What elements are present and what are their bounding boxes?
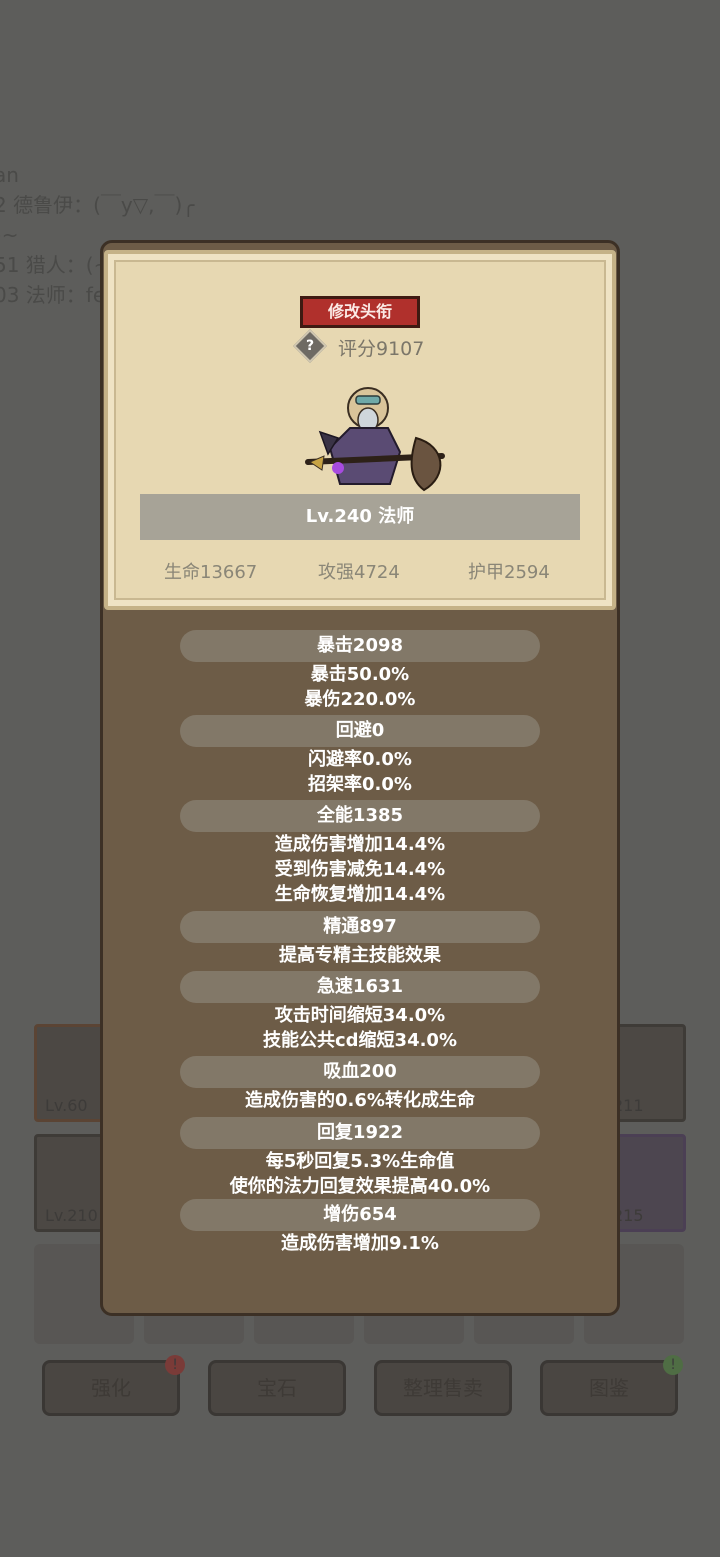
enhance-label: 强化 (91, 1376, 131, 1400)
stat-line: 招架率0.0% (308, 774, 412, 795)
change-title-button[interactable]: 修改头衔 (300, 296, 420, 328)
gem-button[interactable]: 宝石 (208, 1360, 346, 1416)
stat-line: 攻击时间缩短34.0% (274, 1005, 446, 1026)
alert-icon: ! (165, 1355, 185, 1375)
enhance-button[interactable]: 强化 ! (42, 1355, 185, 1416)
stat-header-damage-bonus: 增伤654 (180, 1199, 540, 1231)
notify-icon: ! (663, 1355, 683, 1375)
gem-label: 宝石 (257, 1376, 297, 1400)
stat-header-mastery: 精通897 (180, 911, 540, 943)
stat-line: 提高专精主技能效果 (279, 945, 441, 966)
stat-header-lifesteal: 吸血200 (180, 1056, 540, 1088)
stat-line: 生命恢复增加14.4% (274, 884, 446, 905)
codex-label: 图鉴 (589, 1376, 629, 1400)
stat-header-avoidance: 回避0 (180, 715, 540, 747)
sort-sell-button[interactable]: 整理售卖 (374, 1360, 512, 1416)
stat-header-regen: 回复1922 (180, 1117, 540, 1149)
stat-line: 使你的法力回复效果提高40.0% (229, 1176, 491, 1197)
armor-stat: 护甲2594 (468, 562, 550, 583)
stat-line: 受到伤害减免14.4% (274, 859, 446, 880)
hp-stat: 生命13667 (164, 562, 258, 583)
stat-line: 暴击50.0% (310, 664, 410, 685)
level-class-label: Lv.240 法师 (140, 494, 580, 540)
stat-header-haste: 急速1631 (180, 971, 540, 1003)
stat-line: 每5秒回复5.3%生命值 (265, 1151, 455, 1172)
base-stats: 生命13667 攻强4724 护甲2594 (104, 558, 616, 586)
slot-level: Lv.60 (45, 1096, 88, 1115)
stat-line: 暴伤220.0% (304, 689, 416, 710)
mage-avatar (305, 387, 445, 492)
chat-line: 2 德鲁伊：(￣y▽,￣)╭ (0, 193, 195, 217)
score-text: 评分9107 (338, 338, 425, 360)
stat-line: 造成伤害增加14.4% (274, 834, 446, 855)
stat-line: 技能公共cd缩短34.0% (262, 1030, 457, 1051)
chat-line: an (0, 163, 19, 187)
stat-header-crit: 暴击2098 (180, 630, 540, 662)
codex-button[interactable]: 图鉴 ! (540, 1355, 683, 1416)
stat-line: 闪避率0.0% (308, 749, 412, 770)
stat-line: 造成伤害增加9.1% (281, 1233, 439, 1254)
attack-stat: 攻强4724 (318, 562, 400, 583)
stat-header-versatility: 全能1385 (180, 800, 540, 832)
slot-level: Lv.210 (45, 1206, 98, 1225)
stat-line: 造成伤害的0.6%转化成生命 (245, 1090, 475, 1111)
sort-sell-label: 整理售卖 (403, 1376, 483, 1400)
